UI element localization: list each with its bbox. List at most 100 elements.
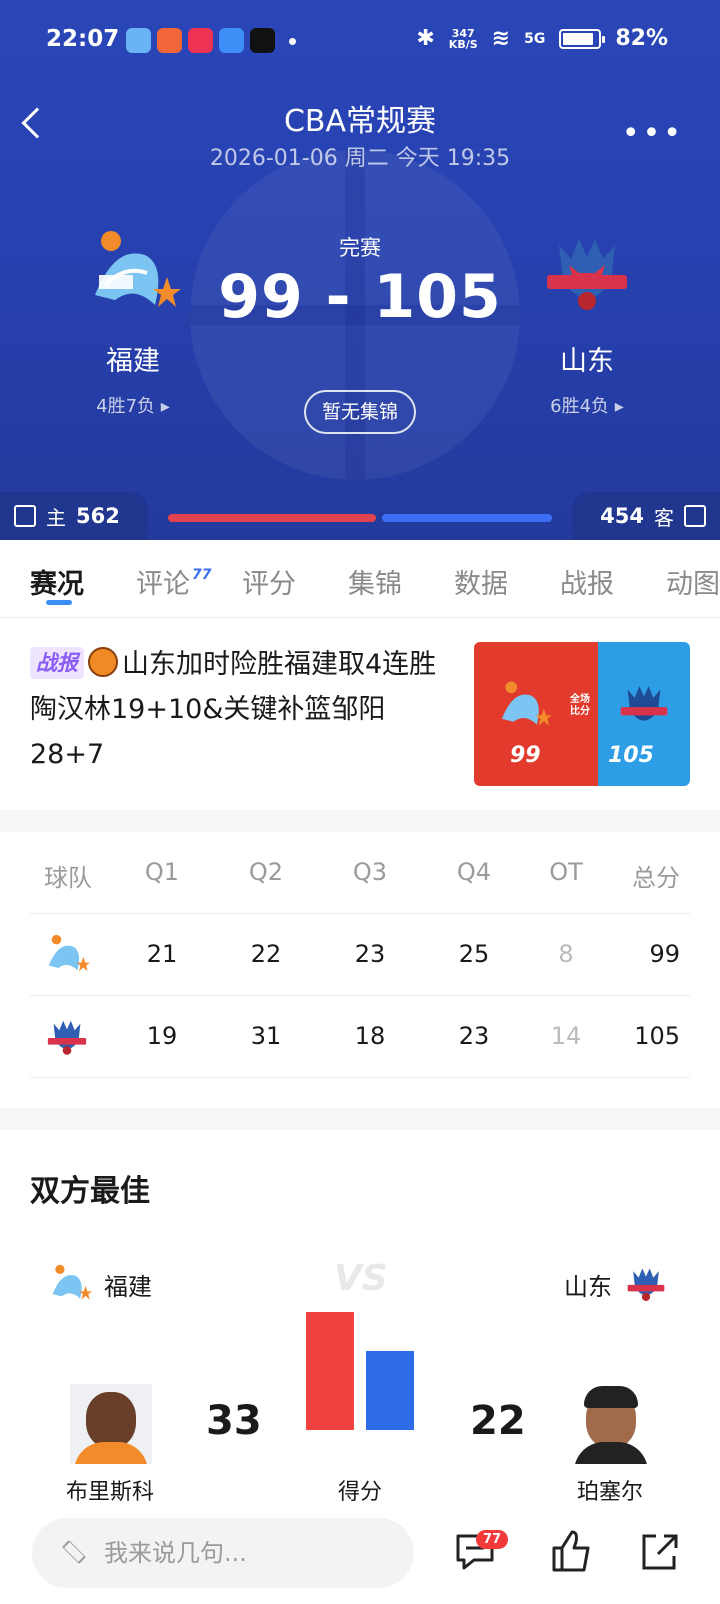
more-options-icon[interactable]: ••• (622, 116, 684, 151)
away-player-name[interactable]: 珀塞尔 (540, 1474, 680, 1506)
away-team[interactable]: 山东 6胜4负 ▸ (512, 225, 662, 418)
table-row: 21 22 23 25 8 99 (30, 914, 690, 996)
share-icon[interactable] (636, 1528, 682, 1574)
home-team-record: 4胜7负 ▸ (96, 396, 170, 417)
away-player-stat-value: 22 (470, 1398, 526, 1444)
report-tag: 战报 (30, 647, 84, 679)
status-time: 22:07 (46, 26, 120, 52)
away-like-button[interactable]: 454 客 (572, 492, 720, 540)
like-icon[interactable] (548, 1528, 594, 1574)
score-cell: 18 (354, 1022, 386, 1050)
tab-report[interactable]: 战报 (560, 562, 614, 601)
total-score-cell: 99 (649, 940, 680, 968)
bluetooth-icon: ✱ (416, 26, 435, 51)
fujian-logo-icon (48, 934, 90, 972)
fujian-logo-icon (52, 1264, 92, 1300)
news-headline: 战报 山东加时险胜福建取4连胜 陶汉林19+10&关键补篮邹阳28+7 (30, 647, 437, 770)
header-ot: OT (549, 858, 583, 886)
battery-icon (559, 28, 606, 49)
quarter-score-table: 球队 Q1 Q2 Q3 Q4 OT 总分 21 22 23 25 8 99 19… (30, 832, 690, 1078)
score-cell: 23 (458, 1022, 490, 1050)
tab-bar: 赛况 评论 77 评分 集锦 数据 战报 动图 (0, 540, 720, 618)
wifi-icon: ≋ (491, 26, 511, 51)
shandong-logo-icon (547, 239, 627, 310)
more-notifications-dot (289, 38, 296, 45)
best-away-team-name: 山东 (564, 1272, 612, 1301)
home-player-avatar[interactable] (70, 1384, 152, 1464)
header-q4: Q4 (456, 858, 492, 886)
table-header: 球队 Q1 Q2 Q3 Q4 OT 总分 (30, 832, 690, 914)
best-home-team: 福建 (48, 1262, 152, 1306)
signal-icon: 5G (524, 30, 546, 47)
away-team-name: 山东 (560, 346, 614, 377)
player-jersey (74, 1442, 148, 1464)
match-header: 22:07 ✱ 347 KB/S ≋ 5G 82% CBA常规赛 2026-01-… (0, 0, 720, 540)
header-team: 球队 (44, 864, 92, 892)
weather-app-icon (126, 28, 151, 53)
thumbnail-away-score: 105 (608, 743, 654, 768)
away-like-count: 454 (600, 504, 644, 528)
best-home-team-name: 福建 (104, 1272, 152, 1301)
away-team-record: 6胜4负 ▸ (550, 396, 624, 417)
total-score-cell: 105 (634, 1022, 680, 1050)
thumbnail-home-score: 99 (510, 743, 541, 768)
best-players-title: 双方最佳 (30, 1174, 150, 1209)
home-stat-bar (306, 1312, 354, 1430)
music-app-icon (250, 28, 275, 53)
away-support-bar (382, 514, 552, 522)
support-bar: 主 562 454 客 (0, 492, 720, 540)
net-speed: 347 KB/S (448, 26, 478, 51)
video-app-icon (188, 28, 213, 53)
score-cell: 14 (550, 1022, 582, 1050)
score-cell: 21 (146, 940, 178, 968)
shandong-logo-icon (627, 1268, 665, 1301)
home-support-bar (168, 514, 376, 522)
status-right: ✱ 347 KB/S ≋ 5G 82% (416, 26, 668, 51)
home-team-name: 福建 (106, 346, 160, 377)
tab-highlights[interactable]: 集锦 (348, 562, 402, 601)
comment-count-badge: 77 (476, 1530, 509, 1549)
score-cell: 25 (458, 940, 490, 968)
news-card[interactable]: 战报 山东加时险胜福建取4连胜 陶汉林19+10&关键补篮邹阳28+7 99 全场… (0, 618, 720, 810)
league-title: CBA常规赛 (283, 104, 437, 139)
player-face (86, 1392, 136, 1448)
tab-comments[interactable]: 评论 77 (136, 562, 211, 601)
battery-percent: 82% (615, 26, 668, 51)
header-q3: Q3 (352, 858, 388, 886)
header-q1: Q1 (144, 858, 180, 886)
thumbnail-center-text: 全场 比分 (570, 694, 590, 717)
score-cell: 23 (354, 940, 386, 968)
shandong-logo-icon (47, 1020, 87, 1055)
away-player-avatar[interactable] (570, 1384, 652, 1464)
best-away-team: 山东 (564, 1262, 668, 1306)
basketball-icon (88, 647, 118, 677)
header-total: 总分 (632, 864, 680, 892)
tab-game[interactable]: 赛况 (30, 562, 84, 601)
tab-stats[interactable]: 数据 (454, 562, 508, 601)
away-like-label: 客 (654, 505, 674, 530)
taobao-app-icon (157, 28, 182, 53)
player-cap (584, 1386, 638, 1408)
score-cell: 19 (146, 1022, 178, 1050)
comment-input[interactable]: 我来说几句... (32, 1518, 414, 1588)
match-date: 2026-01-06 周二 今天 19:35 (209, 146, 511, 171)
section-divider (0, 810, 720, 832)
home-like-count: 562 (76, 504, 120, 528)
score-cell: 22 (250, 940, 282, 968)
home-like-button[interactable]: 主 562 (0, 492, 148, 540)
active-tab-indicator (46, 600, 72, 605)
pen-icon (62, 1540, 86, 1564)
home-player-stat-value: 33 (206, 1398, 262, 1444)
score-cell: 31 (250, 1022, 282, 1050)
highlights-button[interactable]: 暂无集锦 (304, 390, 416, 434)
player-jersey (574, 1442, 648, 1464)
thumbs-up-icon (684, 505, 706, 527)
fujian-logo-icon (501, 681, 552, 726)
browser-app-icon (219, 28, 244, 53)
thumbs-up-icon (14, 505, 36, 527)
header-q2: Q2 (248, 858, 284, 886)
tab-gifs[interactable]: 动图 (666, 562, 720, 601)
status-bar: 22:07 ✱ 347 KB/S ≋ 5G 82% (0, 22, 720, 62)
table-row: 19 31 18 23 14 105 (30, 996, 690, 1078)
tab-rating[interactable]: 评分 (242, 562, 296, 601)
